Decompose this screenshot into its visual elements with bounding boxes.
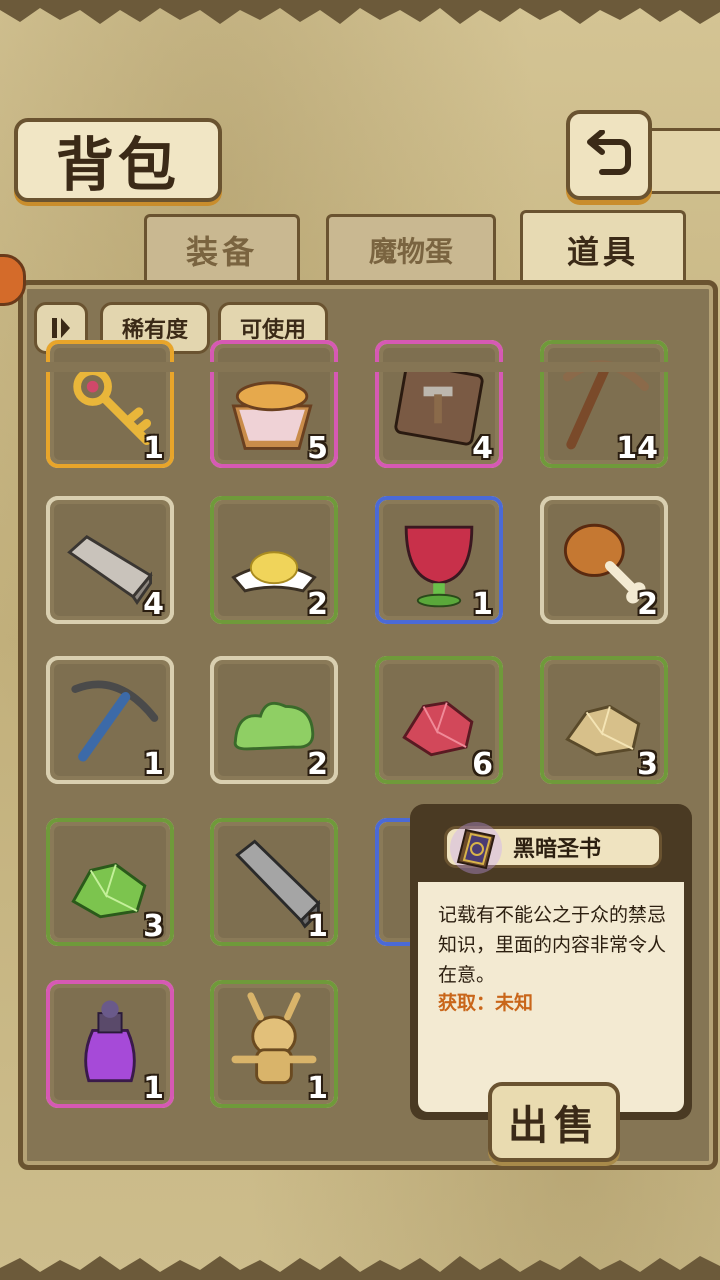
item-count: 4	[143, 587, 164, 622]
back-button[interactable]	[566, 110, 652, 200]
item-slot[interactable]: 4	[375, 340, 503, 468]
item-slot[interactable]: 6	[375, 656, 503, 784]
item-count: 5	[307, 431, 328, 466]
tab-equipment-label: 装备	[185, 233, 258, 271]
item-slot[interactable]: 2	[540, 496, 668, 624]
page-title-plate: 背包	[14, 118, 222, 202]
item-count: 3	[637, 747, 658, 782]
item-count: 1	[143, 431, 164, 466]
item-count: 1	[472, 587, 493, 622]
item-slot[interactable]: 1	[46, 980, 174, 1108]
return-arrow-icon	[587, 130, 631, 175]
item-slot[interactable]: 1	[46, 656, 174, 784]
item-slot[interactable]: 1	[375, 496, 503, 624]
item-count: 2	[307, 587, 328, 622]
tab-items-label: 道具	[566, 233, 639, 271]
tooltip-description: 记载有不能公之于众的禁忌知识，里面的内容非常令人在意。	[438, 904, 667, 986]
tooltip-item-name: 黑暗圣书	[513, 837, 602, 862]
item-slot[interactable]: 2	[210, 656, 338, 784]
tab-items[interactable]: 道具	[520, 210, 686, 287]
tooltip-source: 获取：未知	[438, 992, 534, 1014]
dark-bible-icon	[450, 822, 502, 874]
item-count: 14	[616, 431, 658, 466]
pause-sort-icon	[52, 318, 70, 338]
item-slot[interactable]: 3	[540, 656, 668, 784]
torn-edge-top	[0, 0, 720, 24]
item-count: 1	[143, 1071, 164, 1106]
back-button-rail	[640, 128, 720, 194]
sell-button[interactable]: 出售	[488, 1082, 620, 1162]
grid-scroll-mask	[30, 362, 690, 372]
item-slot[interactable]: 2	[210, 496, 338, 624]
item-count: 1	[307, 909, 328, 944]
item-count: 3	[143, 909, 164, 944]
item-slot[interactable]: 5	[210, 340, 338, 468]
item-tooltip: 黑暗圣书 记载有不能公之于众的禁忌知识，里面的内容非常令人在意。 获取：未知	[410, 804, 692, 1120]
item-slot[interactable]: 1	[46, 340, 174, 468]
tab-monster-eggs[interactable]: 魔物蛋	[326, 214, 496, 283]
torn-edge-bottom	[0, 1256, 720, 1280]
item-count: 2	[637, 587, 658, 622]
item-count: 1	[143, 747, 164, 782]
item-count: 6	[472, 747, 493, 782]
sell-button-label: 出售	[508, 1103, 600, 1149]
item-slot[interactable]: 1	[210, 980, 338, 1108]
item-slot[interactable]: 14	[540, 340, 668, 468]
item-slot[interactable]: 1	[210, 818, 338, 946]
item-count: 4	[472, 431, 493, 466]
item-count: 2	[307, 747, 328, 782]
item-slot[interactable]: 4	[46, 496, 174, 624]
tab-monster-eggs-label: 魔物蛋	[368, 235, 453, 268]
item-slot[interactable]: 3	[46, 818, 174, 946]
tab-equipment[interactable]: 装备	[144, 214, 300, 283]
item-count: 1	[307, 1071, 328, 1106]
page-title: 背包	[55, 131, 180, 199]
